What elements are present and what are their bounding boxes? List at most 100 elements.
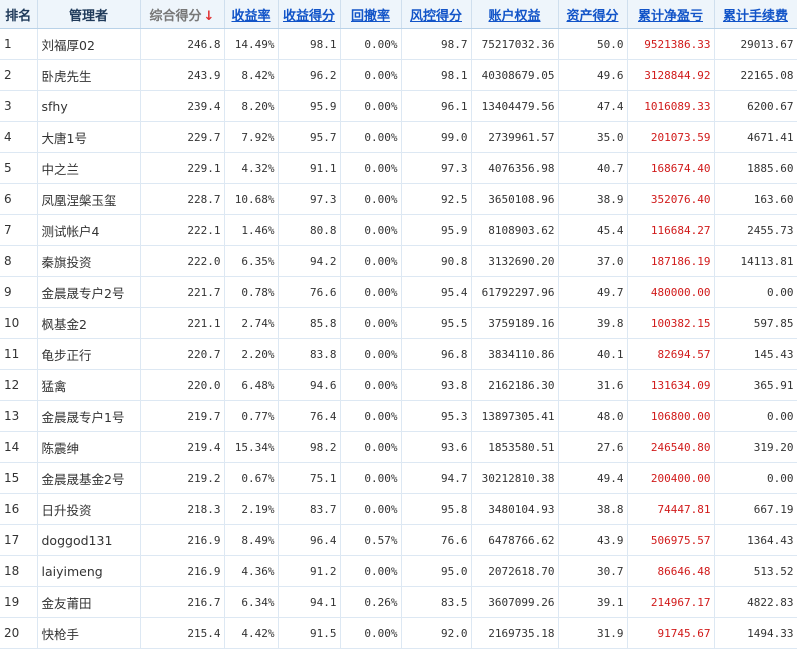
cell-equity: 8108903.62 xyxy=(471,214,559,246)
cell-drawdown: 0.00% xyxy=(340,121,402,153)
cell-fees: 29013.67 xyxy=(714,28,797,60)
cell-risk-score: 95.0 xyxy=(401,555,472,587)
cell-manager: 快枪手 xyxy=(37,617,141,649)
cell-fees: 0.00 xyxy=(714,276,797,308)
header-net-profit[interactable]: 累计净盈亏 xyxy=(627,0,715,29)
cell-net-profit: 201073.59 xyxy=(627,121,715,153)
cell-risk-score: 99.0 xyxy=(401,121,472,153)
cell-net-profit: 1016089.33 xyxy=(627,90,715,122)
cell-manager: 龟步正行 xyxy=(37,338,141,370)
cell-risk-score: 97.3 xyxy=(401,152,472,184)
cell-asset-score: 45.4 xyxy=(558,214,628,246)
cell-net-profit: 74447.81 xyxy=(627,493,715,525)
cell-total-score: 221.1 xyxy=(140,307,225,339)
cell-equity: 61792297.96 xyxy=(471,276,559,308)
cell-return-rate: 15.34% xyxy=(224,431,279,463)
table-body: 1 刘福厚02 246.8 14.49% 98.1 0.00% 98.7 75217032.3… xyxy=(0,28,797,649)
cell-risk-score: 96.1 xyxy=(401,90,472,122)
cell-return-score: 98.2 xyxy=(278,431,341,463)
cell-fees: 597.85 xyxy=(714,307,797,339)
cell-equity: 13897305.41 xyxy=(471,400,559,432)
cell-rank: 12 xyxy=(0,369,38,401)
cell-net-profit: 106800.00 xyxy=(627,400,715,432)
cell-risk-score: 98.7 xyxy=(401,28,472,60)
cell-equity: 3759189.16 xyxy=(471,307,559,339)
cell-drawdown: 0.00% xyxy=(340,338,402,370)
cell-risk-score: 83.5 xyxy=(401,586,472,618)
cell-risk-score: 95.4 xyxy=(401,276,472,308)
cell-net-profit: 86646.48 xyxy=(627,555,715,587)
cell-drawdown: 0.00% xyxy=(340,462,402,494)
cell-manager: laiyimeng xyxy=(37,555,141,587)
cell-return-score: 95.7 xyxy=(278,121,341,153)
cell-return-score: 94.1 xyxy=(278,586,341,618)
cell-risk-score: 93.8 xyxy=(401,369,472,401)
cell-risk-score: 92.0 xyxy=(401,617,472,649)
cell-fees: 0.00 xyxy=(714,462,797,494)
table-row: 17 doggod131 216.9 8.49% 96.4 0.57% 76.6 647876… xyxy=(0,524,797,556)
cell-drawdown: 0.00% xyxy=(340,245,402,277)
header-return-score[interactable]: 收益得分 xyxy=(278,0,341,29)
cell-return-rate: 14.49% xyxy=(224,28,279,60)
cell-fees: 14113.81 xyxy=(714,245,797,277)
cell-return-score: 97.3 xyxy=(278,183,341,215)
cell-manager: 中之兰 xyxy=(37,152,141,184)
header-drawdown[interactable]: 回撤率 xyxy=(340,0,402,29)
table-row: 9 金晨晟专户2号 221.7 0.78% 76.6 0.00% 95.4 61792297.… xyxy=(0,276,797,308)
header-fees[interactable]: 累计手续费 xyxy=(714,0,797,29)
cell-total-score: 222.1 xyxy=(140,214,225,246)
cell-total-score: 221.7 xyxy=(140,276,225,308)
cell-asset-score: 38.9 xyxy=(558,183,628,215)
cell-asset-score: 50.0 xyxy=(558,28,628,60)
cell-rank: 17 xyxy=(0,524,38,556)
cell-total-score: 229.7 xyxy=(140,121,225,153)
cell-net-profit: 100382.15 xyxy=(627,307,715,339)
cell-return-rate: 7.92% xyxy=(224,121,279,153)
cell-net-profit: 506975.57 xyxy=(627,524,715,556)
cell-equity: 3650108.96 xyxy=(471,183,559,215)
header-total-score[interactable]: 综合得分 ↓ xyxy=(140,0,225,29)
cell-rank: 11 xyxy=(0,338,38,370)
cell-total-score: 215.4 xyxy=(140,617,225,649)
cell-return-score: 98.1 xyxy=(278,28,341,60)
header-risk-score[interactable]: 风控得分 xyxy=(401,0,472,29)
table-row: 15 金晨晟基金2号 219.2 0.67% 75.1 0.00% 94.7 30212810… xyxy=(0,462,797,494)
table-row: 12 猛禽 220.0 6.48% 94.6 0.00% 93.8 2162186.30 31.… xyxy=(0,369,797,401)
cell-rank: 13 xyxy=(0,400,38,432)
cell-return-rate: 8.49% xyxy=(224,524,279,556)
cell-fees: 145.43 xyxy=(714,338,797,370)
cell-manager: 金晨晟基金2号 xyxy=(37,462,141,494)
cell-fees: 319.20 xyxy=(714,431,797,463)
cell-asset-score: 31.9 xyxy=(558,617,628,649)
header-equity[interactable]: 账户权益 xyxy=(471,0,559,29)
cell-rank: 20 xyxy=(0,617,38,649)
table-row: 4 大唐1号 229.7 7.92% 95.7 0.00% 99.0 2739961.57 35… xyxy=(0,121,797,153)
cell-rank: 1 xyxy=(0,28,38,60)
cell-net-profit: 91745.67 xyxy=(627,617,715,649)
cell-return-score: 91.1 xyxy=(278,152,341,184)
header-return-rate[interactable]: 收益率 xyxy=(224,0,279,29)
cell-manager: 刘福厚02 xyxy=(37,28,141,60)
cell-fees: 1364.43 xyxy=(714,524,797,556)
cell-rank: 7 xyxy=(0,214,38,246)
cell-risk-score: 95.3 xyxy=(401,400,472,432)
cell-drawdown: 0.00% xyxy=(340,214,402,246)
cell-rank: 4 xyxy=(0,121,38,153)
table-row: 1 刘福厚02 246.8 14.49% 98.1 0.00% 98.7 75217032.3… xyxy=(0,28,797,60)
cell-net-profit: 214967.17 xyxy=(627,586,715,618)
cell-fees: 1885.60 xyxy=(714,152,797,184)
table-row: 20 快枪手 215.4 4.42% 91.5 0.00% 92.0 2169735.18 31… xyxy=(0,617,797,649)
cell-equity: 2169735.18 xyxy=(471,617,559,649)
cell-asset-score: 39.8 xyxy=(558,307,628,339)
cell-total-score: 229.1 xyxy=(140,152,225,184)
cell-total-score: 220.0 xyxy=(140,369,225,401)
cell-return-rate: 4.32% xyxy=(224,152,279,184)
cell-net-profit: 131634.09 xyxy=(627,369,715,401)
table-row: 6 凤凰涅槃玉玺 228.7 10.68% 97.3 0.00% 92.5 3650108.9… xyxy=(0,183,797,215)
cell-equity: 6478766.62 xyxy=(471,524,559,556)
cell-fees: 2455.73 xyxy=(714,214,797,246)
cell-risk-score: 90.8 xyxy=(401,245,472,277)
header-asset-score[interactable]: 资产得分 xyxy=(558,0,628,29)
cell-return-score: 96.2 xyxy=(278,59,341,91)
cell-return-score: 94.6 xyxy=(278,369,341,401)
